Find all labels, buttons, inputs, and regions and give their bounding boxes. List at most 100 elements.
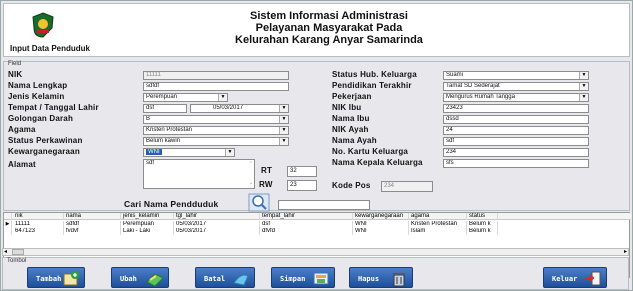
kode-pos-input[interactable]: 234	[381, 181, 433, 192]
cell-nik[interactable]: 11111	[13, 221, 64, 228]
golongan-darah-label: Golongan Darah	[8, 114, 74, 123]
tempat-lahir-input[interactable]: dsf	[143, 104, 187, 113]
scroll-right-icon[interactable]: ▸	[624, 248, 627, 255]
cell-nama[interactable]: sdfdf	[64, 221, 121, 228]
kepala-keluarga-input[interactable]: sfs	[443, 159, 589, 168]
tanggal-lahir-value: 05/03/2017	[213, 105, 244, 111]
cell-tgl-lahir[interactable]: 05/03/2017	[174, 228, 260, 235]
title-line-3: Kelurahan Karang Anyar Samarinda	[235, 34, 423, 46]
chevron-down-icon[interactable]: ▼	[225, 149, 234, 156]
page-subtitle: Input Data Penduduk	[10, 44, 90, 53]
nik-ayah-input[interactable]: 24	[443, 126, 589, 135]
nama-ibu-input[interactable]: dssd	[443, 115, 589, 124]
agama-value: Kristen Protestan	[146, 127, 193, 133]
status-hub-select[interactable]: Suami ▼	[443, 71, 589, 80]
status-perkawinan-value: Belum kawin	[146, 138, 181, 144]
scroll-left-icon[interactable]: ◂	[4, 248, 7, 255]
page-title: Sistem Informasi Administrasi Pelayanan …	[184, 10, 474, 46]
calendar-dropdown-icon[interactable]: ▼	[279, 105, 288, 112]
hapus-button[interactable]: Hapus	[349, 267, 413, 288]
alamat-label: Alamat	[8, 160, 36, 169]
simpan-button[interactable]: Simpan	[271, 267, 335, 288]
ubah-button[interactable]: Ubah	[111, 267, 169, 288]
chevron-down-icon[interactable]: ▼	[579, 83, 588, 90]
search-input[interactable]	[278, 200, 370, 210]
cell-tgl-lahir[interactable]: 05/03/2017	[174, 221, 260, 228]
nik-input[interactable]: 11111	[143, 71, 289, 80]
keluar-button[interactable]: Keluar	[543, 267, 607, 288]
nama-ayah-input[interactable]: sdf	[443, 137, 589, 146]
chevron-down-icon[interactable]: ▼	[279, 116, 288, 123]
col-kewarganegaraan[interactable]: kewarganegaraan	[353, 213, 409, 220]
cell-nama[interactable]: fvdvf	[64, 228, 121, 235]
simpan-label: Simpan	[280, 275, 306, 283]
scrollbar-thumb[interactable]	[12, 249, 24, 255]
pekerjaan-select[interactable]: Mengurus Rumah Tangga ▼	[443, 93, 589, 102]
status-perkawinan-select[interactable]: Belum kawin ▼	[143, 137, 289, 146]
agama-select[interactable]: Kristen Protestan ▼	[143, 126, 289, 135]
cell-status[interactable]: Belum k	[467, 221, 498, 228]
chevron-down-icon[interactable]: ▼	[579, 94, 588, 101]
batal-label: Batal	[204, 275, 226, 283]
golongan-darah-select[interactable]: B ▼	[143, 115, 289, 124]
kewarganegaraan-select[interactable]: WNI ▼	[143, 148, 235, 157]
cell-tempat-lahir[interactable]: dfvfd	[260, 228, 353, 235]
kewarganegaraan-label: Kewarganegaraan	[8, 147, 80, 156]
pendidikan-select[interactable]: Tamat SD Sederajat ▼	[443, 82, 589, 91]
col-jenis-kelamin[interactable]: jenis_kelamin	[121, 213, 174, 220]
cell-kewarganegaraan[interactable]: WNI	[353, 221, 409, 228]
jenis-kelamin-value: Perempuan	[146, 94, 178, 100]
col-tgl-lahir[interactable]: tgl_lahir	[174, 213, 260, 220]
save-icon	[313, 272, 329, 285]
scroll-up-icon[interactable]: ⌃	[249, 161, 253, 168]
alamat-textarea[interactable]: sdf ⌃ ⌄	[143, 159, 255, 189]
status-hub-value: Suami	[446, 72, 464, 78]
chevron-down-icon[interactable]: ▼	[279, 138, 288, 145]
cell-agama[interactable]: Islam	[409, 228, 467, 235]
rt-input[interactable]: 32	[287, 166, 317, 177]
no-kk-input[interactable]: 234	[443, 148, 589, 157]
col-agama[interactable]: agama	[409, 213, 467, 220]
cell-agama[interactable]: Kristen Protestan	[409, 221, 467, 228]
horizontal-scrollbar[interactable]: ◂ ▸	[2, 248, 629, 256]
field-group: Field NIK 11111 Nama Lengkap sdfdf Jenis…	[3, 61, 630, 212]
cell-jenis-kelamin[interactable]: Perempuan	[121, 221, 174, 228]
cell-jenis-kelamin[interactable]: Laki - Laki	[121, 228, 174, 235]
tanggal-lahir-picker[interactable]: 05/03/2017 ▼	[190, 104, 289, 113]
emblem-icon	[32, 12, 54, 38]
chevron-down-icon[interactable]: ▼	[579, 72, 588, 79]
cell-nik[interactable]: 647123	[13, 228, 64, 235]
cell-tempat-lahir[interactable]: dsf	[260, 221, 353, 228]
pekerjaan-label: Pekerjaan	[332, 92, 372, 101]
tombol-label: Tombol	[7, 258, 27, 264]
cell-status[interactable]: Belum k	[467, 228, 498, 235]
table-row[interactable]: ▶ 11111 sdfdf Perempuan 05/03/2017 dsf W…	[4, 221, 631, 228]
grid-header: nik nama jenis_kelamin tgl_lahir tempat_…	[4, 213, 631, 220]
chevron-down-icon[interactable]: ▼	[279, 127, 288, 134]
search-icon[interactable]	[248, 193, 270, 212]
rw-input[interactable]: 23	[287, 180, 317, 191]
nama-input[interactable]: sdfdf	[143, 82, 289, 91]
col-status[interactable]: status	[467, 213, 498, 220]
chevron-down-icon[interactable]: ▼	[218, 94, 227, 101]
col-nik[interactable]: nik	[13, 213, 64, 220]
field-legend: Field	[8, 61, 22, 67]
nik-ibu-input[interactable]: 23423	[443, 104, 589, 113]
tambah-button[interactable]: Tambah	[27, 267, 85, 288]
pendidikan-label: Pendidikan Terakhir	[332, 81, 412, 90]
title-line-2: Pelayanan Masyarakat Pada	[255, 22, 403, 34]
col-tempat-lahir[interactable]: tempat_lahir	[260, 213, 353, 220]
table-row[interactable]: 647123 fvdvf Laki - Laki 05/03/2017 dfvf…	[4, 228, 631, 235]
scroll-down-icon[interactable]: ⌄	[249, 180, 253, 187]
agama-label: Agama	[8, 125, 36, 134]
pekerjaan-value: Mengurus Rumah Tangga	[446, 94, 515, 100]
keluar-label: Keluar	[552, 275, 578, 283]
nik-ayah-label: NIK Ayah	[332, 125, 369, 134]
jenis-kelamin-select[interactable]: Perempuan ▼	[143, 93, 228, 102]
cell-kewarganegaraan[interactable]: WNI	[353, 228, 409, 235]
exit-icon	[585, 271, 601, 286]
row-pointer-icon: ▶	[4, 221, 12, 228]
rt-label: RT	[261, 166, 273, 175]
col-nama[interactable]: nama	[64, 213, 121, 220]
batal-button[interactable]: Batal	[195, 267, 255, 288]
